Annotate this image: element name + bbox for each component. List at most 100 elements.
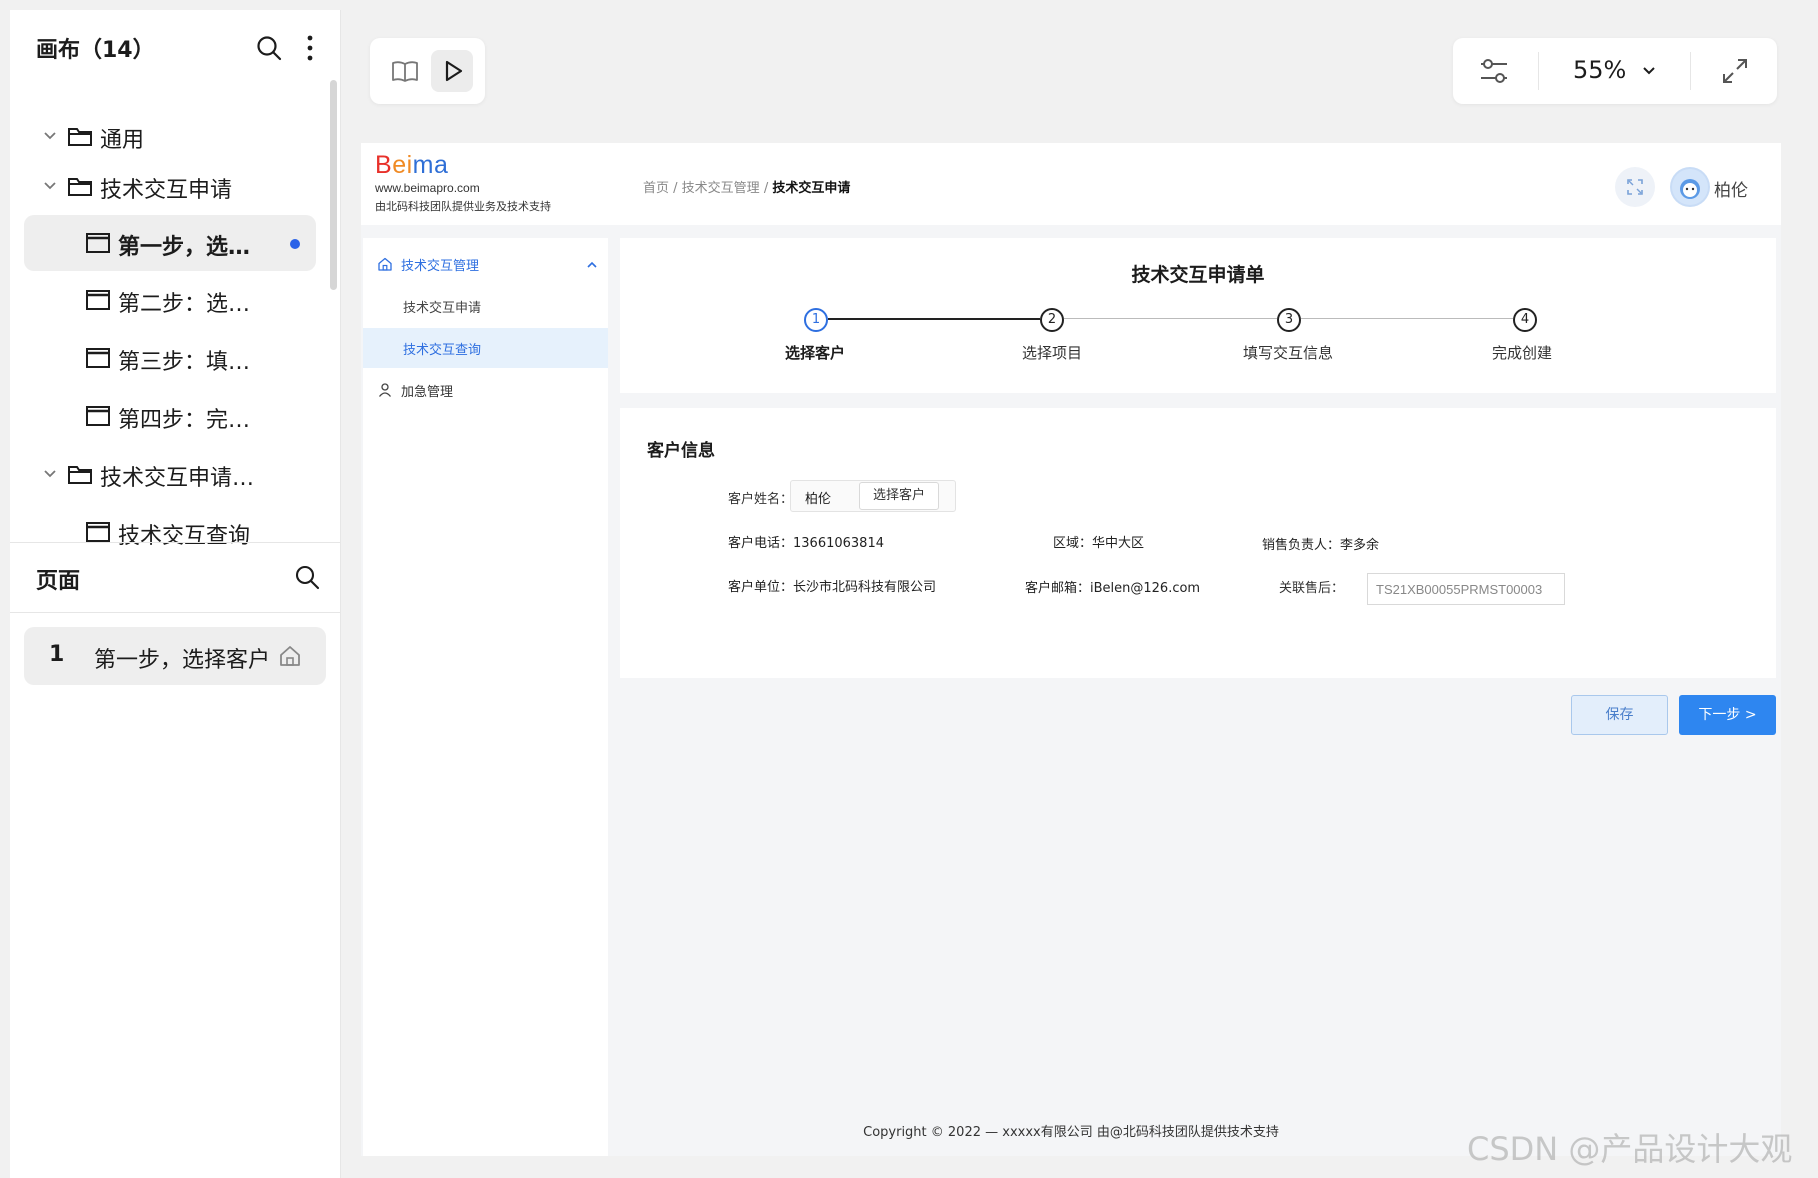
user-icon	[378, 383, 392, 397]
after-sales-field[interactable]: TS21XB00055PRMST00003	[1367, 573, 1565, 605]
tree-page-step1[interactable]: 第一步，选…	[24, 215, 316, 271]
menu-item-urgent[interactable]: 加急管理	[363, 370, 608, 410]
divider	[10, 612, 341, 613]
folder-icon	[68, 178, 92, 196]
tree-label: 技术交互查询	[118, 524, 251, 549]
prototype-header: Beima www.beimapro.com 由北码科技团队提供业务及技术支持 …	[361, 143, 1781, 225]
tree-folder-apply-2[interactable]: 技术交互申请…	[24, 446, 316, 502]
chevron-down-icon[interactable]	[40, 126, 60, 146]
fullscreen-button[interactable]	[1615, 167, 1655, 207]
tree-label: 通用	[100, 128, 145, 153]
menu-item-apply[interactable]: 技术交互申请	[363, 286, 608, 326]
tree-page-step3[interactable]: 第三步：填…	[24, 330, 316, 386]
beima-logo: Beima	[375, 151, 448, 180]
left-panel: 画布（14） 通用 技术交互申请 第一步，选… 第二步：选… 第三步：填… 第四…	[10, 10, 341, 1178]
tree-label: 第四步：完…	[118, 408, 251, 433]
logo-tagline: 由北码科技团队提供业务及技术支持	[375, 200, 551, 213]
step-label: 完成创建	[1492, 344, 1553, 362]
tree-label: 第一步，选…	[118, 235, 251, 260]
after-sales-label: 关联售后：	[1279, 581, 1345, 596]
customer-company: 客户单位：长沙市北码科技有限公司	[728, 580, 937, 595]
logo-part: B	[375, 151, 393, 179]
tree-scrollbar[interactable]	[330, 80, 337, 290]
home-icon	[378, 257, 392, 271]
book-icon	[392, 61, 418, 82]
fullscreen-icon	[1627, 179, 1643, 195]
canvas-title: 画布（14）	[36, 38, 155, 63]
tree-folder-apply[interactable]: 技术交互申请	[24, 158, 316, 214]
csdn-watermark: CSDN @产品设计大观	[1467, 1130, 1793, 1168]
step-number: 2	[1040, 308, 1064, 332]
prototype-canvas: Beima www.beimapro.com 由北码科技团队提供业务及技术支持 …	[361, 143, 1781, 1156]
canvas-header: 画布（14）	[10, 10, 340, 80]
avatar[interactable]	[1670, 167, 1710, 207]
preview-toolbar	[370, 38, 485, 104]
logo-part: ei	[392, 151, 413, 179]
step-label: 填写交互信息	[1243, 344, 1334, 362]
tree-folder-general[interactable]: 通用	[24, 108, 316, 164]
next-step-button[interactable]: 下一步 >	[1679, 695, 1776, 735]
steps-card: 技术交互申请单 1 2 3 4 选择客户 选择项目 填写交互信息 完成创建	[620, 238, 1776, 393]
menu-item-label: 技术交互申请	[403, 301, 482, 316]
step-number: 1	[804, 308, 828, 332]
tree-label: 技术交互申请…	[100, 466, 255, 491]
chevron-down-icon[interactable]	[40, 464, 60, 484]
page-label: 第一步，选择客户	[94, 648, 271, 673]
more-options-icon[interactable]	[300, 32, 320, 64]
step-number: 3	[1277, 308, 1301, 332]
home-icon	[280, 646, 300, 666]
toolbar-separator	[1538, 52, 1539, 90]
search-icon[interactable]	[292, 562, 322, 592]
logo-part: ma	[412, 151, 449, 179]
search-icon[interactable]	[253, 32, 285, 64]
page-list-item[interactable]: 1 第一步，选择客户	[24, 627, 326, 685]
step-connector	[1301, 318, 1513, 319]
expand-icon[interactable]	[1716, 52, 1754, 90]
customer-info-card: 客户信息 客户姓名： 柏伦 选择客户 客户电话：13661063814 区域：华…	[620, 408, 1776, 678]
breadcrumb-home[interactable]: 首页	[643, 181, 669, 196]
tree-page-step4[interactable]: 第四步：完…	[24, 388, 316, 444]
user-name[interactable]: 柏伦	[1714, 176, 1748, 201]
page-number: 1	[49, 642, 65, 667]
zoom-level[interactable]: 55%	[1573, 56, 1626, 84]
menu-item-query[interactable]: 技术交互查询	[363, 328, 608, 368]
save-button[interactable]: 保存	[1571, 695, 1668, 735]
folder-icon	[68, 128, 92, 146]
user-avatar-icon	[1672, 169, 1708, 205]
page-icon	[86, 290, 110, 310]
menu-item-label: 技术交互查询	[403, 343, 482, 358]
tree-page-step2[interactable]: 第二步：选…	[24, 272, 316, 328]
step-connector	[828, 318, 1040, 320]
view-toolbar: 55%	[1453, 38, 1777, 104]
tree-label: 第三步：填…	[118, 350, 251, 375]
logo-url: www.beimapro.com	[375, 181, 480, 195]
sales-owner: 销售负责人：李多余	[1262, 538, 1380, 553]
tree-page-query[interactable]: 技术交互查询	[24, 504, 316, 552]
current-page-dot	[290, 239, 300, 249]
section-title: 客户信息	[647, 441, 715, 461]
tree-label: 第二步：选…	[118, 292, 251, 317]
breadcrumb-current: 技术交互申请	[772, 181, 851, 196]
form-title: 技术交互申请单	[1131, 264, 1265, 286]
chevron-down-icon[interactable]	[1639, 61, 1659, 81]
step-label: 选择项目	[1022, 344, 1083, 362]
chevron-up-icon[interactable]	[585, 258, 599, 272]
after-sales-value: TS21XB00055PRMST00003	[1376, 582, 1543, 597]
pages-title: 页面	[36, 569, 81, 594]
settings-sliders-icon[interactable]	[1475, 52, 1513, 90]
divider	[10, 542, 341, 543]
play-button[interactable]	[431, 50, 473, 92]
customer-name-field: 柏伦 选择客户	[790, 480, 956, 512]
breadcrumb-mid[interactable]: 技术交互管理	[682, 181, 760, 196]
play-icon	[445, 60, 463, 82]
page-icon	[86, 348, 110, 368]
breadcrumb-separator: /	[759, 181, 773, 196]
customer-name-label: 客户姓名：	[728, 492, 794, 507]
menu-group-tech-interaction[interactable]: 技术交互管理	[363, 244, 608, 284]
chevron-down-icon[interactable]	[40, 176, 60, 196]
menu-item-label: 加急管理	[401, 385, 454, 400]
customer-region: 区域：华中大区	[1053, 536, 1145, 551]
page-icon	[86, 406, 110, 426]
choose-customer-button[interactable]: 选择客户	[859, 482, 939, 510]
book-button[interactable]	[384, 50, 426, 92]
